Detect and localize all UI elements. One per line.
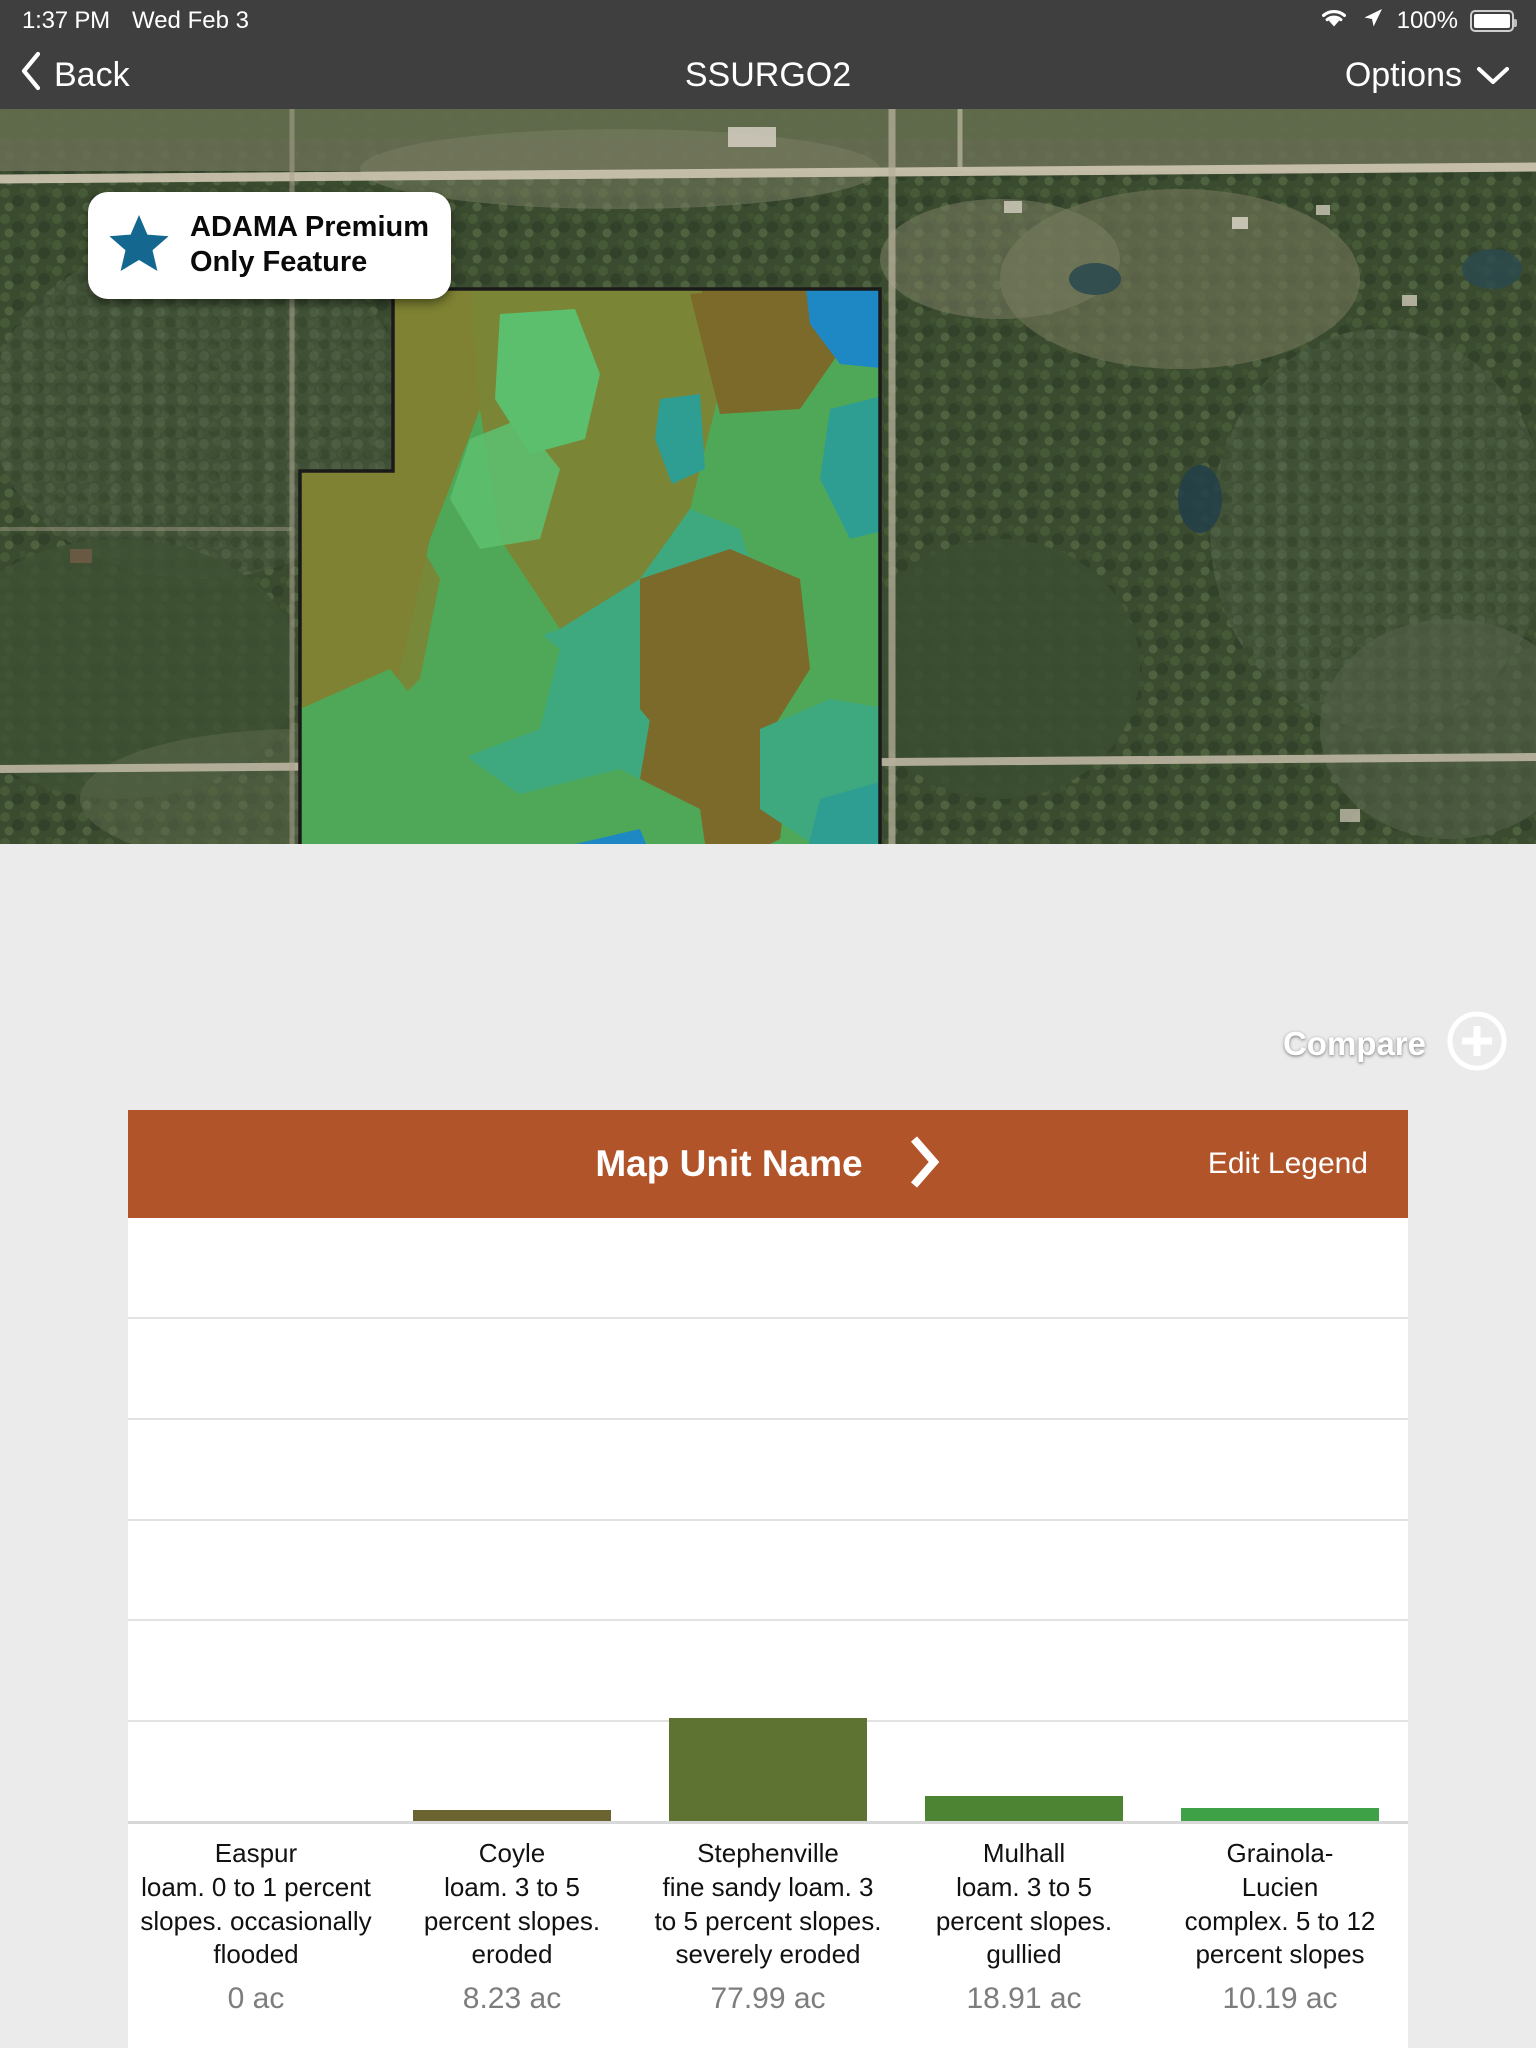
chart-bar-cell[interactable]: [1152, 1807, 1408, 1823]
battery-full-icon: [1470, 10, 1517, 32]
wifi-icon: [1319, 6, 1349, 37]
back-label: Back: [54, 56, 130, 94]
chart-bar[interactable]: [413, 1810, 611, 1821]
battery-percent: 100%: [1396, 7, 1458, 34]
chart-label-area: 77.99 ac: [710, 1982, 826, 2016]
chart-bar-cell[interactable]: [640, 1718, 896, 1823]
page-title: SSURGO2: [684, 56, 852, 94]
chevron-down-icon: [1476, 56, 1510, 95]
soil-area-bar-chart: [128, 1218, 1408, 1824]
status-time: 1:37 PM: [22, 7, 110, 34]
star-icon: [108, 213, 170, 278]
chart-bar[interactable]: [1181, 1807, 1379, 1821]
compare-label: Compare: [1282, 1024, 1426, 1062]
navigation-bar: Back SSURGO2 Options: [0, 42, 1536, 109]
legend-panel: Map Unit Name Edit Legend Easpur loam. 0…: [128, 1110, 1408, 2048]
chart-label-area: 8.23 ac: [462, 1982, 562, 2016]
chart-label-area: 10.19 ac: [1222, 1982, 1338, 2016]
chart-bar-cell[interactable]: [384, 1810, 640, 1823]
chart-label-cell[interactable]: Stephenville fine sandy loam. 3 to 5 per…: [640, 1837, 896, 2016]
premium-badge[interactable]: ADAMA Premium Only Feature: [88, 192, 452, 299]
chart-label-cell[interactable]: Easpur loam. 0 to 1 percent slopes. occa…: [128, 1837, 384, 2016]
map-unit-name-title: Map Unit Name: [595, 1143, 863, 1184]
chevron-right-icon[interactable]: [907, 1134, 941, 1195]
chart-label-cell[interactable]: Coyle loam. 3 to 5 percent slopes. erode…: [384, 1837, 640, 2016]
status-date: Wed Feb 3: [131, 7, 249, 34]
location-arrow-icon: [1361, 6, 1385, 37]
chart-bars: [128, 1218, 1408, 1823]
chart-label-name: Coyle loam. 3 to 5 percent slopes. erode…: [423, 1838, 601, 1970]
chart-label-cell[interactable]: Mulhall loam. 3 to 5 percent slopes. gul…: [896, 1837, 1152, 2016]
plus-circle-icon: [1446, 1010, 1508, 1077]
chart-label-name: Easpur loam. 0 to 1 percent slopes. occa…: [140, 1838, 372, 1970]
chart-bar-cell[interactable]: [128, 1821, 384, 1823]
chart-label-area: 0 ac: [227, 1982, 285, 2016]
chart-bar-cell[interactable]: [896, 1796, 1152, 1823]
chart-label-name: Mulhall loam. 3 to 5 percent slopes. gul…: [935, 1838, 1113, 1970]
chart-label-name: Grainola- Lucien complex. 5 to 12 percen…: [1184, 1838, 1376, 1970]
options-label: Options: [1344, 56, 1462, 94]
compare-button[interactable]: Compare: [1283, 1010, 1508, 1077]
chart-bar[interactable]: [669, 1718, 867, 1821]
premium-badge-text: ADAMA Premium Only Feature: [190, 211, 430, 279]
back-button[interactable]: Back: [0, 51, 130, 100]
chevron-left-icon: [20, 51, 42, 100]
options-button[interactable]: Options: [1345, 56, 1536, 95]
status-bar: 1:37 PM Wed Feb 3 100%: [0, 0, 1536, 42]
legend-panel-header: Map Unit Name Edit Legend: [128, 1110, 1408, 1218]
chart-label-cell[interactable]: Grainola- Lucien complex. 5 to 12 percen…: [1152, 1837, 1408, 2016]
chart-label-area: 18.91 ac: [966, 1982, 1082, 2016]
chart-bar[interactable]: [925, 1796, 1123, 1821]
chart-category-labels: Easpur loam. 0 to 1 percent slopes. occa…: [128, 1823, 1408, 2016]
edit-legend-button[interactable]: Edit Legend: [1208, 1147, 1368, 1181]
chart-label-name: Stephenville fine sandy loam. 3 to 5 per…: [654, 1838, 882, 1970]
